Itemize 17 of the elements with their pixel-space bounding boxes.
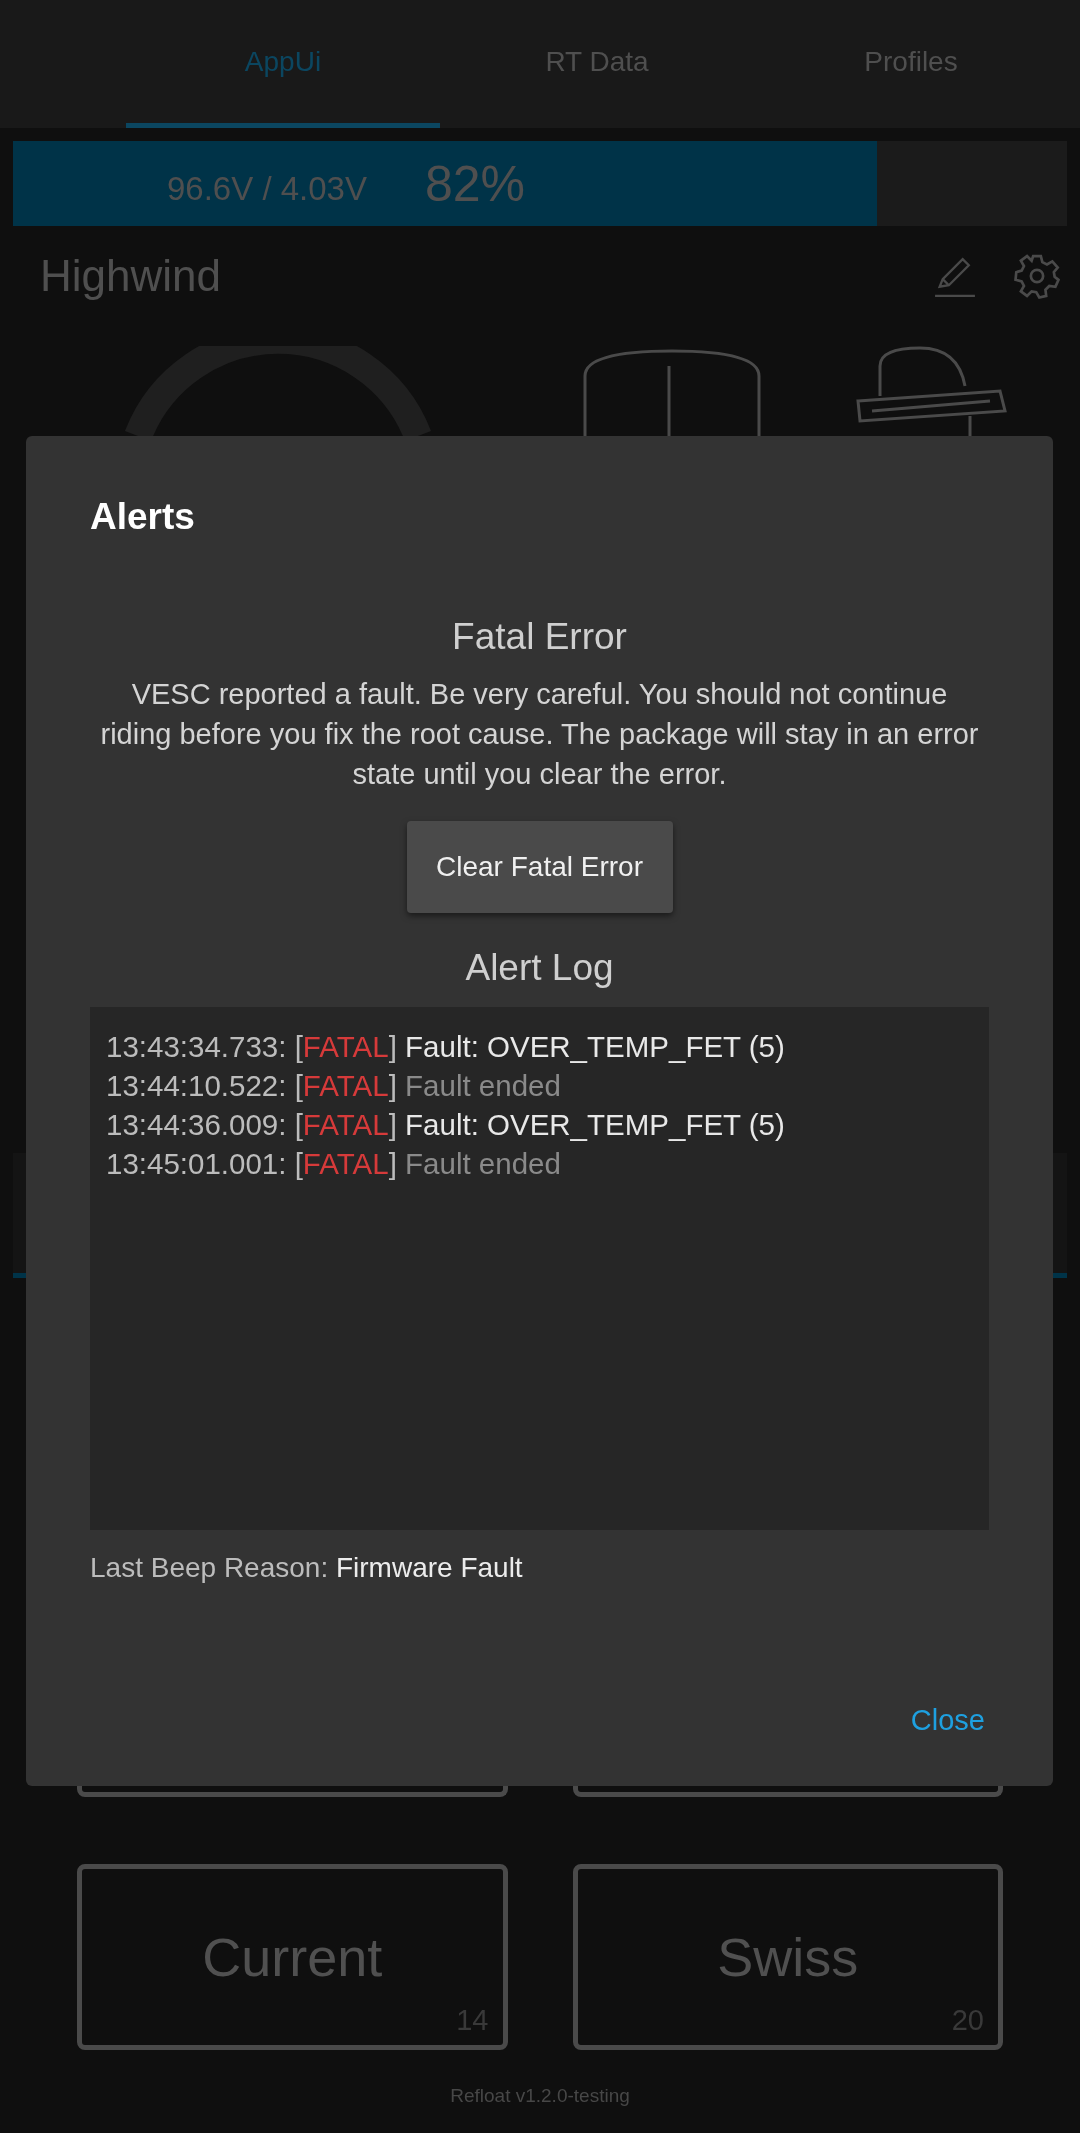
version-text: Refloat v1.2.0-testing [449, 2085, 631, 2107]
tab[interactable]: AppUi [126, 0, 440, 128]
close-button[interactable]: Close [906, 1698, 989, 1743]
board-name: Highwind [40, 251, 222, 301]
beep-reason: Last Beep Reason: Firmware Fault [90, 1552, 523, 1584]
settings-icon[interactable] [1014, 253, 1060, 299]
error-message: VESC reported a fault. Be very careful. You should not continue riding before you fix the root cause. The package will stay in an error state until you clear the error. [99, 677, 980, 792]
dialog-title: Alerts [90, 496, 195, 539]
clear-error-button[interactable]: Clear Fatal Error [406, 821, 673, 913]
log-heading: Alert Log [465, 947, 614, 989]
percent-text: 82% [425, 154, 526, 213]
error-heading: Fatal Error [452, 616, 627, 658]
log-line: 13:44:36.009: [FATAL] Fault: OVER_TEMP_FET (5) [106, 1107, 786, 1143]
log-line: 13:44:10.522: [FATAL] Fault ended [106, 1068, 562, 1104]
log-line: 13:43:34.733: [FATAL] Fault: OVER_TEMP_FET (5) [106, 1029, 786, 1065]
voltage-text: 96.6V / 4.03V [167, 169, 367, 208]
log-line: 13:45:01.001: [FATAL] Fault ended [106, 1146, 562, 1182]
